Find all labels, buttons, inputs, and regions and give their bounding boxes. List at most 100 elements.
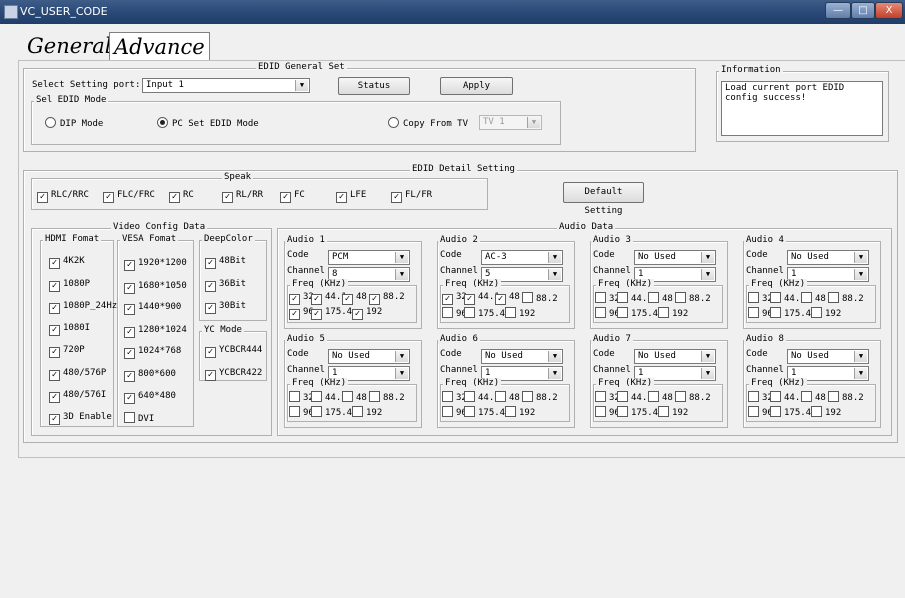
port-select[interactable]: Input 1 ▼ [142, 78, 310, 93]
speak-checkbox-label: RL/RR [236, 190, 264, 200]
audio-code-select[interactable]: No Used ▼ [787, 250, 869, 265]
hdmi-format-title: HDMI Fomat [43, 234, 102, 244]
speak-checkbox[interactable]: ✓ RC [169, 190, 194, 203]
hdmi-format-checkbox-label: 480/576P [63, 368, 107, 378]
freq-checkbox[interactable]: 192 [505, 307, 535, 319]
freq-checkbox[interactable]: 48 [648, 391, 673, 403]
hdmi-format-checkbox[interactable]: ✓ 1080P_24Hz [49, 301, 117, 314]
code-label: Code [287, 349, 309, 359]
freq-checkbox[interactable]: 192 [352, 406, 382, 418]
checkbox-checked-icon: ✓ [169, 192, 180, 203]
tab-advance[interactable]: Advance [109, 32, 210, 61]
yc-mode-checkbox[interactable]: ✓ YCBCR422 [205, 368, 262, 381]
freq-checkbox[interactable]: 88.2 [675, 391, 711, 403]
freq-checkbox-label: 48 [356, 292, 367, 302]
apply-button[interactable]: Apply [440, 77, 513, 95]
tv-select[interactable]: TV 1 ▼ [479, 115, 542, 130]
freq-checkbox[interactable]: ✓ 48 [495, 292, 520, 305]
audio-channel-value: 1 [638, 269, 644, 279]
freq-checkbox[interactable]: 48 [801, 292, 826, 304]
yc-mode-checkbox-label: YCBCR422 [219, 368, 263, 378]
hdmi-format-checkbox[interactable]: ✓ 1080I [49, 323, 90, 336]
channel-label: Channel [593, 365, 631, 375]
speak-checkbox[interactable]: ✓ RL/RR [222, 190, 263, 203]
freq-checkbox[interactable]: 48 [342, 391, 367, 403]
status-button[interactable]: Status [338, 77, 410, 95]
freq-checkbox[interactable]: 48 [648, 292, 673, 304]
freq-checkbox[interactable]: 175.4 [464, 406, 505, 418]
speak-checkbox[interactable]: ✓ LFE [336, 190, 366, 203]
freq-checkbox[interactable]: 88.2 [675, 292, 711, 304]
freq-checkbox[interactable]: 48 [801, 391, 826, 403]
freq-checkbox[interactable]: 175.4 [770, 406, 811, 418]
freq-checkbox[interactable]: ✓ 88.2 [369, 292, 405, 305]
vesa-format-checkbox[interactable]: DVI [124, 412, 154, 424]
freq-checkbox[interactable]: 192 [658, 307, 688, 319]
freq-title: Freq (KHz) [290, 279, 349, 289]
vesa-format-checkbox[interactable]: ✓ 1440*900 [124, 302, 181, 315]
deepcolor-checkbox[interactable]: ✓ 30Bit [205, 301, 246, 314]
freq-checkbox[interactable]: ✓ 48 [342, 292, 367, 305]
freq-checkbox[interactable]: 48 [495, 391, 520, 403]
speak-checkbox[interactable]: ✓ FL/FR [391, 190, 432, 203]
freq-checkbox[interactable]: 88.2 [369, 391, 405, 403]
channel-label: Channel [746, 365, 784, 375]
audio-code-select[interactable]: No Used ▼ [328, 349, 410, 364]
freq-checkbox[interactable]: 175.4 [770, 307, 811, 319]
hdmi-format-checkbox[interactable]: ✓ 480/576P [49, 368, 106, 381]
hdmi-format-checkbox[interactable]: ✓ 480/576I [49, 390, 106, 403]
freq-checkbox[interactable]: 88.2 [828, 391, 864, 403]
deepcolor-checkbox[interactable]: ✓ 48Bit [205, 256, 246, 269]
freq-checkbox-label: 175.4 [325, 408, 353, 418]
audio-code-select[interactable]: No Used ▼ [787, 349, 869, 364]
freq-checkbox[interactable]: 192 [658, 406, 688, 418]
checkbox-checked-icon: ✓ [495, 294, 506, 305]
audio-code-select[interactable]: AC-3 ▼ [481, 250, 563, 265]
minimize-button[interactable]: — [825, 2, 851, 19]
hdmi-format-checkbox[interactable]: ✓ 1080P [49, 279, 90, 292]
deepcolor-checkbox[interactable]: ✓ 36Bit [205, 279, 246, 292]
speak-checkbox[interactable]: ✓ FC [280, 190, 305, 203]
pc-mode-radio[interactable]: PC Set EDID Mode [157, 117, 259, 129]
freq-checkbox[interactable]: 175.4 [464, 307, 505, 319]
speak-checkbox[interactable]: ✓ FLC/FRC [103, 190, 155, 203]
freq-checkbox[interactable]: 192 [811, 307, 841, 319]
vesa-format-checkbox[interactable]: ✓ 1680*1050 [124, 281, 187, 294]
copy-tv-radio[interactable]: Copy From TV [388, 117, 468, 129]
vesa-format-checkbox[interactable]: ✓ 1024*768 [124, 346, 181, 359]
freq-checkbox[interactable]: 175.4 [617, 307, 658, 319]
hdmi-format-checkbox[interactable]: ✓ 720P [49, 345, 85, 358]
hdmi-format-checkbox[interactable]: ✓ 3D Enable [49, 412, 112, 425]
freq-checkbox[interactable]: 192 [505, 406, 535, 418]
speak-checkbox[interactable]: ✓ RLC/RRC [37, 190, 89, 203]
default-setting-button[interactable]: Default Setting [563, 182, 644, 216]
vesa-format-checkbox[interactable]: ✓ 640*480 [124, 391, 176, 404]
yc-mode-checkbox[interactable]: ✓ YCBCR444 [205, 345, 262, 358]
checkbox-icon [770, 391, 781, 402]
hdmi-format-checkbox-label: 4K2K [63, 256, 85, 266]
freq-checkbox[interactable]: 175.4 [311, 406, 352, 418]
audio-code-select[interactable]: No Used ▼ [634, 250, 716, 265]
checkbox-icon [811, 406, 822, 417]
close-button[interactable]: X [875, 2, 903, 19]
audio-code-select[interactable]: PCM ▼ [328, 250, 410, 265]
freq-checkbox-label: 175.4 [478, 309, 506, 319]
freq-checkbox[interactable]: 192 [811, 406, 841, 418]
tab-general[interactable]: General [23, 32, 115, 60]
checkbox-icon [522, 292, 533, 303]
freq-checkbox[interactable]: 88.2 [522, 391, 558, 403]
freq-checkbox[interactable]: ✓ 192 [352, 307, 382, 320]
maximize-button[interactable]: □ [851, 2, 875, 19]
freq-checkbox-label: 48 [815, 393, 826, 403]
dip-mode-radio[interactable]: DIP Mode [45, 117, 103, 129]
audio-code-select[interactable]: No Used ▼ [634, 349, 716, 364]
freq-checkbox[interactable]: 88.2 [522, 292, 558, 304]
freq-checkbox[interactable]: ✓ 175.4 [311, 307, 352, 320]
freq-checkbox[interactable]: 175.4 [617, 406, 658, 418]
hdmi-format-checkbox[interactable]: ✓ 4K2K [49, 256, 85, 269]
freq-checkbox[interactable]: 88.2 [828, 292, 864, 304]
vesa-format-checkbox[interactable]: ✓ 1280*1024 [124, 325, 187, 338]
vesa-format-checkbox[interactable]: ✓ 800*600 [124, 369, 176, 382]
audio-code-select[interactable]: No Used ▼ [481, 349, 563, 364]
vesa-format-checkbox[interactable]: ✓ 1920*1200 [124, 258, 187, 271]
